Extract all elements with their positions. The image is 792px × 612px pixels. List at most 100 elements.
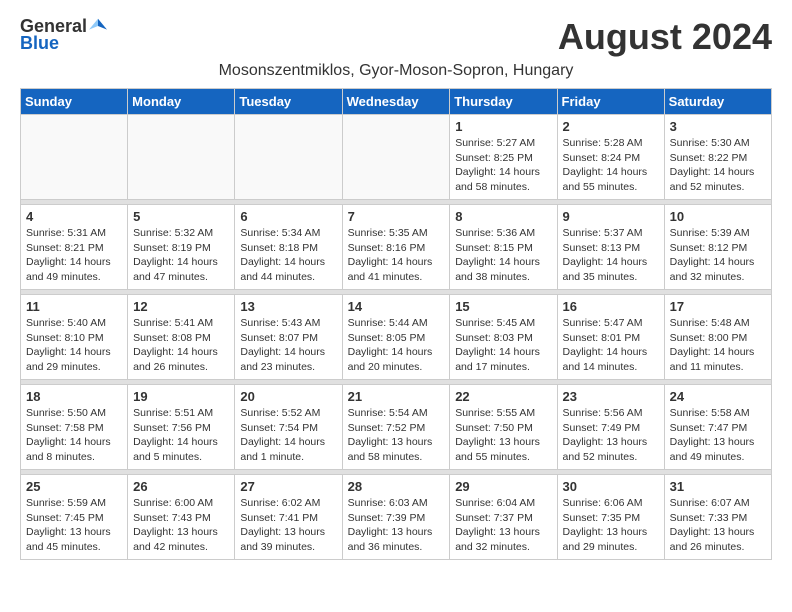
day-number: 31 [670,479,766,494]
day-number: 30 [563,479,659,494]
weekday-header-sunday: Sunday [21,89,128,115]
day-info: Sunrise: 5:50 AM Sunset: 7:58 PM Dayligh… [26,406,122,465]
day-number: 2 [563,119,659,134]
day-number: 3 [670,119,766,134]
weekday-header-friday: Friday [557,89,664,115]
day-number: 25 [26,479,122,494]
day-number: 11 [26,299,122,314]
calendar-cell: 12Sunrise: 5:41 AM Sunset: 8:08 PM Dayli… [128,295,235,380]
day-number: 23 [563,389,659,404]
week-row-2: 4 Sunrise: 5:31 AM Sunset: 8:21 PM Daylig… [21,205,772,290]
calendar-cell: 10Sunrise: 5:39 AM Sunset: 8:12 PM Dayli… [664,205,771,290]
logo: General Blue [20,16,107,54]
calendar-cell: 18 Sunrise: 5:50 AM Sunset: 7:58 PM Dayli… [21,385,128,470]
day-number: 21 [348,389,445,404]
calendar-cell: 22 Sunrise: 5:55 AM Sunset: 7:50 PM Dayli… [450,385,557,470]
calendar-cell: 28 Sunrise: 6:03 AM Sunset: 7:39 PM Dayli… [342,475,450,560]
day-info: Sunrise: 5:56 AM Sunset: 7:49 PM Dayligh… [563,406,659,465]
calendar-cell: 15 Sunrise: 5:45 AM Sunset: 8:03 PM Dayli… [450,295,557,380]
calendar-cell: 8 Sunrise: 5:36 AM Sunset: 8:15 PM Daylig… [450,205,557,290]
day-info: Sunrise: 5:54 AM Sunset: 7:52 PM Dayligh… [348,406,445,465]
day-number: 6 [240,209,336,224]
day-info: Sunrise: 6:03 AM Sunset: 7:39 PM Dayligh… [348,496,445,555]
day-info: Sunrise: 5:34 AM Sunset: 8:18 PM Dayligh… [240,226,336,285]
day-number: 17 [670,299,766,314]
day-info: Sunrise: 5:27 AM Sunset: 8:25 PM Dayligh… [455,136,551,195]
week-row-5: 25 Sunrise: 5:59 AM Sunset: 7:45 PM Dayli… [21,475,772,560]
calendar-cell: 9 Sunrise: 5:37 AM Sunset: 8:13 PM Daylig… [557,205,664,290]
day-info: Sunrise: 5:43 AM Sunset: 8:07 PM Dayligh… [240,316,336,375]
logo-blue: Blue [20,33,59,54]
day-number: 5 [133,209,229,224]
day-info: Sunrise: 5:41 AM Sunset: 8:08 PM Dayligh… [133,316,229,375]
day-number: 7 [348,209,445,224]
day-number: 19 [133,389,229,404]
day-info: Sunrise: 6:02 AM Sunset: 7:41 PM Dayligh… [240,496,336,555]
calendar-cell: 6 Sunrise: 5:34 AM Sunset: 8:18 PM Daylig… [235,205,342,290]
day-info: Sunrise: 6:07 AM Sunset: 7:33 PM Dayligh… [670,496,766,555]
day-info: Sunrise: 5:31 AM Sunset: 8:21 PM Dayligh… [26,226,122,285]
calendar-cell: 7 Sunrise: 5:35 AM Sunset: 8:16 PM Daylig… [342,205,450,290]
calendar-cell [342,115,450,200]
day-number: 8 [455,209,551,224]
day-number: 28 [348,479,445,494]
day-info: Sunrise: 5:47 AM Sunset: 8:01 PM Dayligh… [563,316,659,375]
calendar-cell [235,115,342,200]
day-number: 24 [670,389,766,404]
calendar-cell: 20Sunrise: 5:52 AM Sunset: 7:54 PM Dayli… [235,385,342,470]
day-number: 13 [240,299,336,314]
day-info: Sunrise: 5:44 AM Sunset: 8:05 PM Dayligh… [348,316,445,375]
calendar-cell: 3 Sunrise: 5:30 AM Sunset: 8:22 PM Daylig… [664,115,771,200]
calendar-cell: 4 Sunrise: 5:31 AM Sunset: 8:21 PM Daylig… [21,205,128,290]
weekday-header-saturday: Saturday [664,89,771,115]
calendar-cell: 13 Sunrise: 5:43 AM Sunset: 8:07 PM Dayli… [235,295,342,380]
calendar-header-row: SundayMondayTuesdayWednesdayThursdayFrid… [21,89,772,115]
day-number: 15 [455,299,551,314]
calendar-cell: 19Sunrise: 5:51 AM Sunset: 7:56 PM Dayli… [128,385,235,470]
calendar-cell: 23 Sunrise: 5:56 AM Sunset: 7:49 PM Dayli… [557,385,664,470]
calendar-cell [128,115,235,200]
calendar-cell: 21 Sunrise: 5:54 AM Sunset: 7:52 PM Dayli… [342,385,450,470]
day-number: 10 [670,209,766,224]
day-info: Sunrise: 6:00 AM Sunset: 7:43 PM Dayligh… [133,496,229,555]
day-info: Sunrise: 5:52 AM Sunset: 7:54 PM Dayligh… [240,406,336,465]
calendar-table: SundayMondayTuesdayWednesdayThursdayFrid… [20,88,772,560]
day-info: Sunrise: 5:59 AM Sunset: 7:45 PM Dayligh… [26,496,122,555]
day-number: 27 [240,479,336,494]
day-info: Sunrise: 5:35 AM Sunset: 8:16 PM Dayligh… [348,226,445,285]
calendar-cell: 14 Sunrise: 5:44 AM Sunset: 8:05 PM Dayli… [342,295,450,380]
calendar-cell: 29Sunrise: 6:04 AM Sunset: 7:37 PM Dayli… [450,475,557,560]
day-info: Sunrise: 5:30 AM Sunset: 8:22 PM Dayligh… [670,136,766,195]
day-number: 1 [455,119,551,134]
day-number: 9 [563,209,659,224]
day-number: 26 [133,479,229,494]
calendar-cell: 25 Sunrise: 5:59 AM Sunset: 7:45 PM Dayli… [21,475,128,560]
day-number: 22 [455,389,551,404]
calendar-cell: 24Sunrise: 5:58 AM Sunset: 7:47 PM Dayli… [664,385,771,470]
day-info: Sunrise: 5:40 AM Sunset: 8:10 PM Dayligh… [26,316,122,375]
day-info: Sunrise: 5:32 AM Sunset: 8:19 PM Dayligh… [133,226,229,285]
calendar-cell: 16Sunrise: 5:47 AM Sunset: 8:01 PM Dayli… [557,295,664,380]
day-number: 4 [26,209,122,224]
day-info: Sunrise: 5:55 AM Sunset: 7:50 PM Dayligh… [455,406,551,465]
day-info: Sunrise: 5:48 AM Sunset: 8:00 PM Dayligh… [670,316,766,375]
calendar-subtitle: Mosonszentmiklos, Gyor-Moson-Sopron, Hun… [20,62,772,80]
weekday-header-wednesday: Wednesday [342,89,450,115]
day-info: Sunrise: 5:45 AM Sunset: 8:03 PM Dayligh… [455,316,551,375]
weekday-header-monday: Monday [128,89,235,115]
day-number: 18 [26,389,122,404]
calendar-cell: 11 Sunrise: 5:40 AM Sunset: 8:10 PM Dayli… [21,295,128,380]
day-number: 14 [348,299,445,314]
week-row-3: 11 Sunrise: 5:40 AM Sunset: 8:10 PM Dayli… [21,295,772,380]
day-info: Sunrise: 5:36 AM Sunset: 8:15 PM Dayligh… [455,226,551,285]
day-info: Sunrise: 6:06 AM Sunset: 7:35 PM Dayligh… [563,496,659,555]
logo-bird-icon [89,17,107,35]
weekday-header-thursday: Thursday [450,89,557,115]
day-info: Sunrise: 5:28 AM Sunset: 8:24 PM Dayligh… [563,136,659,195]
calendar-cell: 27 Sunrise: 6:02 AM Sunset: 7:41 PM Dayli… [235,475,342,560]
day-info: Sunrise: 5:37 AM Sunset: 8:13 PM Dayligh… [563,226,659,285]
calendar-cell: 26 Sunrise: 6:00 AM Sunset: 7:43 PM Dayli… [128,475,235,560]
month-title: August 2024 [558,16,772,58]
calendar-cell: 31 Sunrise: 6:07 AM Sunset: 7:33 PM Dayli… [664,475,771,560]
day-number: 29 [455,479,551,494]
